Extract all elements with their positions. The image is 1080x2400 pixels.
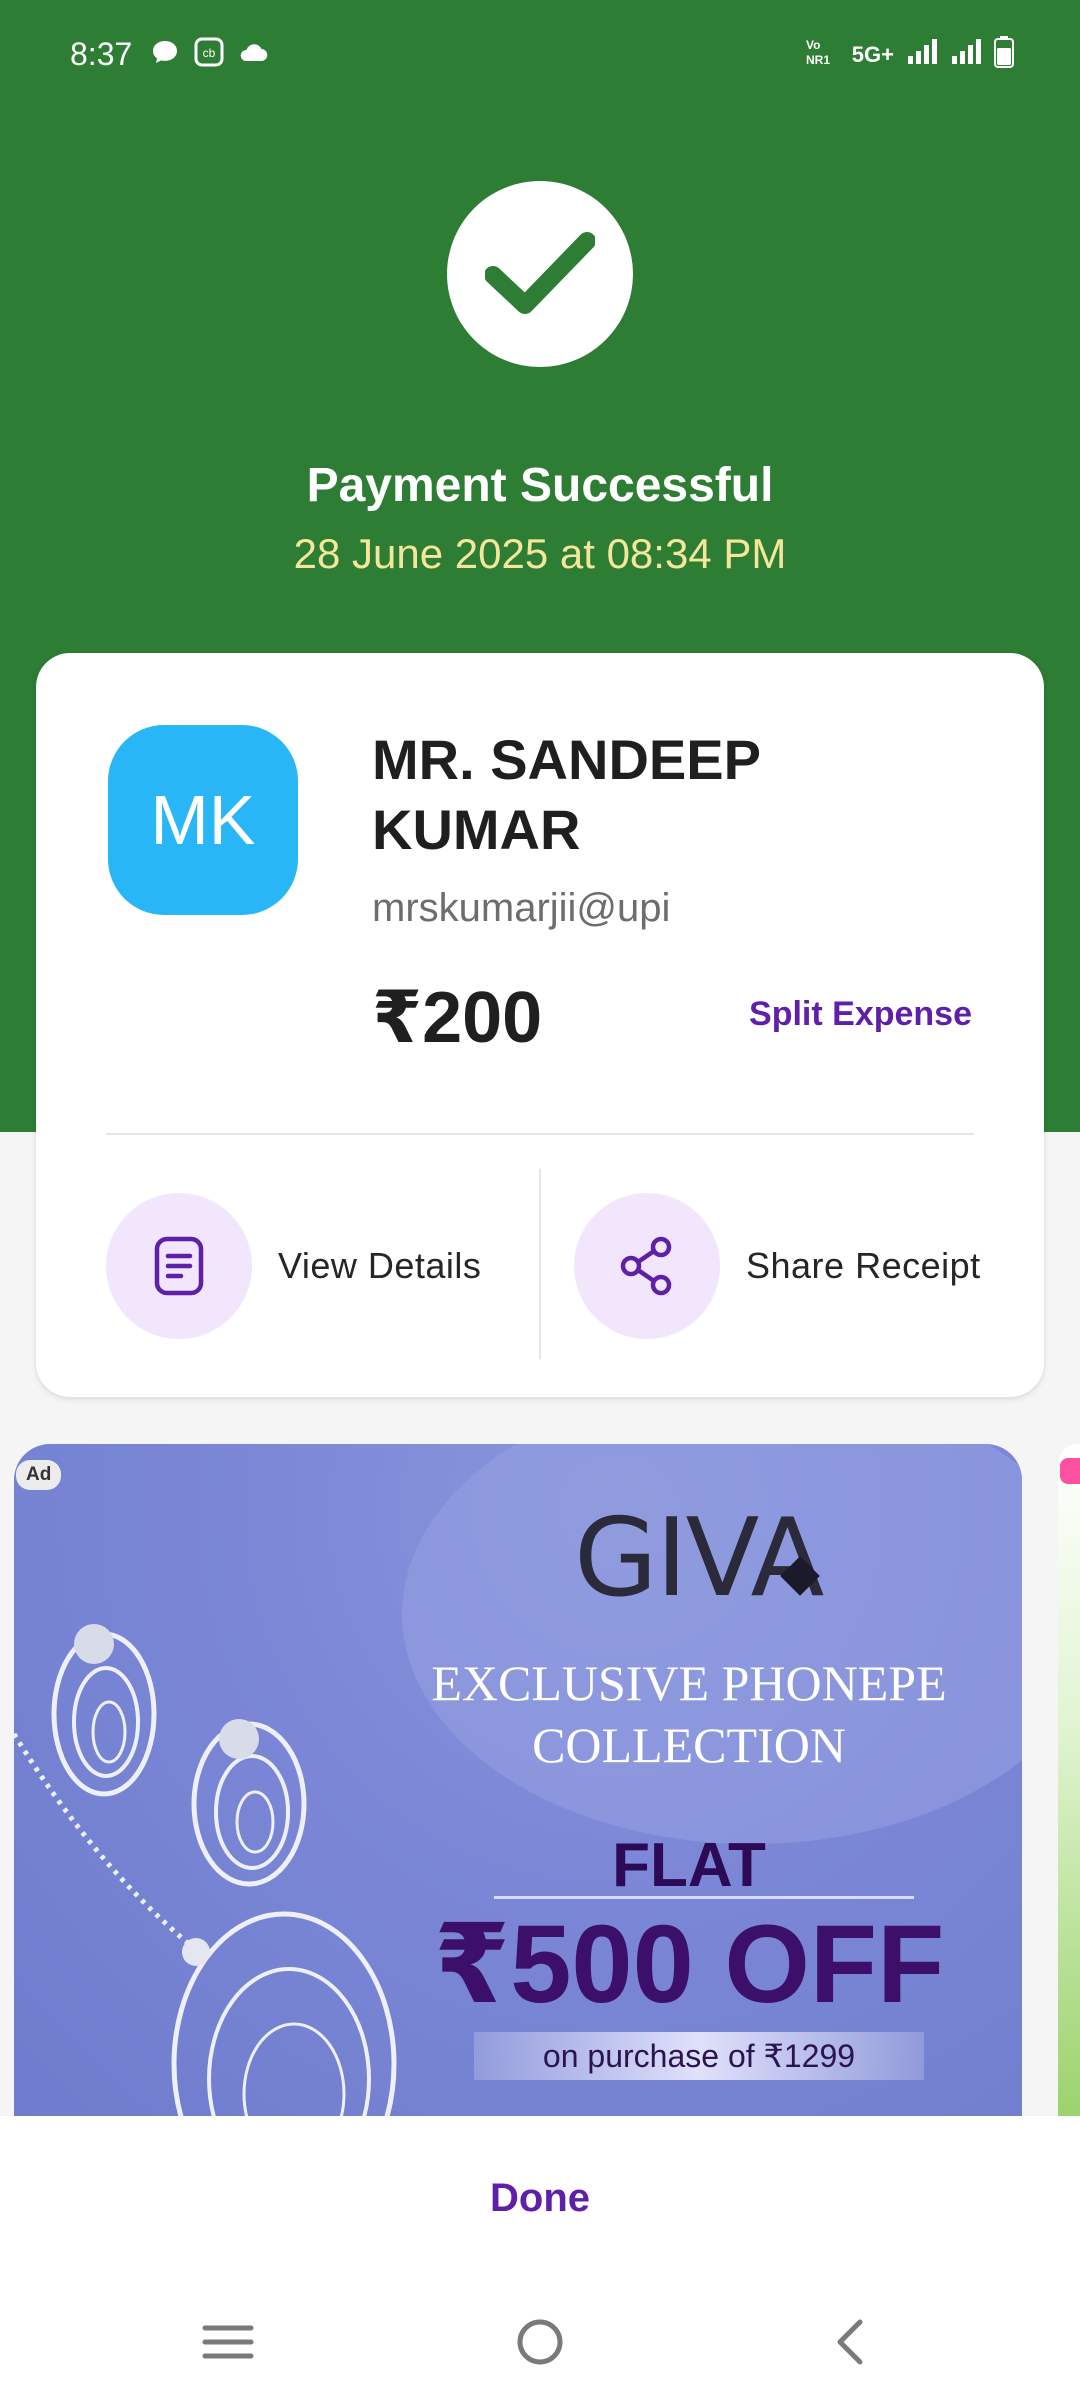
ad-banner[interactable]: Ad GIVA EXCLUSIVE PHONEPE COLLECTION FLA…	[14, 1444, 1022, 2116]
status-time: 8:37	[70, 36, 133, 72]
cloud-icon	[238, 38, 268, 66]
avatar: MK	[108, 725, 298, 915]
ad-offer: ₹500 OFF	[433, 1903, 945, 2026]
payment-card: MK MR. SANDEEP KUMAR mrskumarjii@upi ₹20…	[36, 653, 1044, 1397]
payment-amount: ₹200	[372, 978, 543, 1058]
chat-icon	[150, 38, 180, 66]
battery-icon	[994, 36, 1014, 74]
signal-icon	[906, 38, 938, 72]
home-icon[interactable]	[505, 2312, 575, 2372]
share-icon	[574, 1193, 720, 1339]
ad-headline: COLLECTION	[532, 1717, 846, 1773]
ad-brand: GIVA	[574, 1496, 824, 1621]
ad-badge: Ad	[16, 1460, 62, 1490]
view-details-label: View Details	[278, 1245, 482, 1286]
volte-icon: Vo NR1	[806, 37, 840, 73]
system-nav-bar	[0, 2290, 1080, 2400]
done-button[interactable]: Done	[0, 2176, 1080, 2221]
success-check-icon	[447, 181, 633, 367]
back-icon[interactable]	[815, 2312, 885, 2372]
cb-app-icon: cb	[194, 37, 224, 67]
ad-condition: on purchase of ₹1299	[474, 2032, 924, 2080]
menu-icon[interactable]	[193, 2312, 263, 2372]
share-receipt-label: Share Receipt	[746, 1245, 981, 1286]
network-type: 5G+	[851, 42, 894, 67]
svg-text:Vo: Vo	[806, 38, 820, 52]
signal-icon	[950, 38, 982, 72]
ad-badge	[1060, 1458, 1080, 1484]
divider	[539, 1169, 541, 1359]
svg-text:NR1: NR1	[806, 53, 830, 67]
view-details-button[interactable]: View Details	[106, 1193, 481, 1339]
payment-status-title: Payment Successful	[306, 459, 774, 512]
divider	[494, 1896, 914, 1899]
status-bar: 8:37 cb Vo NR1 5G+	[0, 0, 1080, 110]
payee-name: MR. SANDEEP KUMAR	[372, 728, 760, 861]
payment-datetime: 28 June 2025 at 08:34 PM	[293, 530, 787, 577]
document-icon	[106, 1193, 252, 1339]
ad-flat: FLAT	[612, 1831, 766, 1900]
divider	[106, 1133, 974, 1135]
split-expense-button[interactable]: Split Expense	[749, 995, 972, 1034]
payee-upi-id: mrskumarjii@upi	[372, 886, 671, 930]
svg-text:cb: cb	[203, 46, 216, 60]
ad-headline: EXCLUSIVE PHONEPE	[431, 1655, 947, 1711]
next-ad-banner[interactable]	[1058, 1444, 1080, 2116]
share-receipt-button[interactable]: Share Receipt	[574, 1193, 981, 1339]
